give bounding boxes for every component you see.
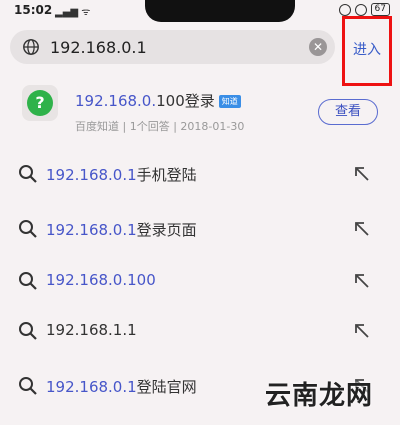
suggestion-item[interactable]: 192.168.0.100 <box>0 257 400 307</box>
fill-arrow-icon[interactable] <box>352 219 372 239</box>
suggestion-item[interactable]: 192.168.0.1手机登陆 <box>0 150 400 200</box>
search-icon <box>19 165 37 183</box>
status-right: 67 <box>338 3 390 16</box>
status-bar: 15:02 ▂▄▆ ᯤ 67 <box>0 0 400 22</box>
top-result[interactable]: ? 192.168.0.100登录 知道 百度知道 | 1个回答 | 2018-0… <box>0 75 400 145</box>
suggestion-item[interactable]: 192.168.1.1 <box>0 307 400 357</box>
view-button[interactable]: 查看 <box>318 99 378 125</box>
phone-screen: 15:02 ▂▄▆ ᯤ 67 ✕ 进入 ? 192.168.0.100登录知道 … <box>0 0 400 425</box>
suggestion-text: 192.168.0.1登陆官网 <box>46 378 197 396</box>
suggestion-text: 192.168.0.1手机登陆 <box>46 166 197 184</box>
suggestion-text: 192.168.1.1 <box>46 321 137 339</box>
search-icon <box>19 322 37 340</box>
fill-arrow-icon[interactable] <box>352 271 372 291</box>
alarm-icon <box>338 3 351 16</box>
globe-icon <box>23 39 39 55</box>
fill-arrow-icon[interactable] <box>352 321 372 341</box>
search-icon <box>19 377 37 395</box>
search-icon <box>19 220 37 238</box>
settings-status-icon <box>354 3 367 16</box>
camera-notch <box>145 0 295 22</box>
signal-icon: ▂▄▆ ᯤ <box>55 7 91 18</box>
watermark: 云南龙网 <box>265 381 374 411</box>
url-input[interactable] <box>50 36 300 58</box>
clear-icon[interactable]: ✕ <box>309 38 327 56</box>
status-time: 15:02 <box>14 3 53 17</box>
search-icon <box>19 272 37 290</box>
battery-icon: 67 <box>370 3 390 16</box>
fill-arrow-icon[interactable] <box>352 164 372 184</box>
zhidao-badge: 知道 <box>218 95 241 108</box>
suggestion-item[interactable]: 192.168.0.1登录页面 <box>0 205 400 255</box>
suggestion-text: 192.168.0.100 <box>46 271 156 289</box>
question-icon: ? <box>22 85 58 121</box>
result-title[interactable]: 192.168.0.100登录 知道 <box>75 90 241 111</box>
result-meta: 百度知道 | 1个回答 | 2018-01-30 <box>75 120 245 133</box>
suggestion-text: 192.168.0.1登录页面 <box>46 221 197 239</box>
address-bar[interactable]: ✕ <box>10 30 335 64</box>
